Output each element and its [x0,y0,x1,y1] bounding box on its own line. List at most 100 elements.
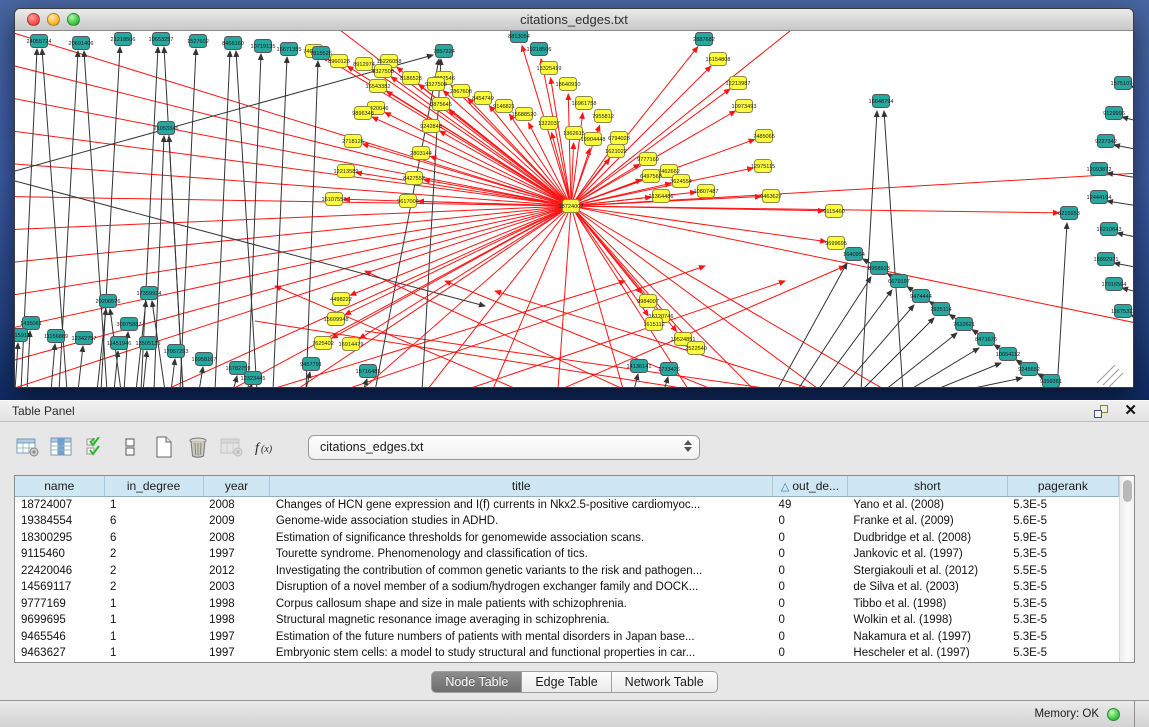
graph-node[interactable]: 1435061 [20,317,42,330]
graph-node[interactable]: 20206576 [96,295,121,308]
graph-node[interactable]: 2522540 [685,342,707,355]
window-titlebar[interactable]: citations_edges.txt [15,9,1133,31]
table-selector-dropdown[interactable]: citations_edges.txt [308,435,700,460]
tab-edge-table[interactable]: Edge Table [522,671,611,693]
graph-node[interactable]: 13505135 [136,337,161,350]
graph-node[interactable]: 9896348 [352,107,374,120]
graph-node[interactable]: 16671355 [277,43,302,56]
graph-node[interactable]: 9474444 [910,290,932,303]
table-row[interactable]: 1872400712008Changes of HCN gene express… [15,496,1119,513]
graph-node[interactable]: 17359924 [137,287,162,300]
graph-node[interactable]: 6679197 [888,275,910,288]
graph-node[interactable]: 2887682 [693,33,715,46]
table-column-icon[interactable] [48,434,76,460]
graph-node[interactable]: 10807487 [694,185,719,198]
graph-node[interactable]: 19218506 [527,43,552,56]
graph-node[interactable]: 8466160 [222,37,244,50]
table-settings-icon[interactable] [14,434,42,460]
graph-node[interactable]: 18724007 [559,200,584,213]
graph-node[interactable]: 12342757 [72,332,97,345]
graph-node[interactable]: 21053346 [154,122,179,135]
network-graph[interactable]: 1872400774638228960128891297415226058932… [15,31,1133,387]
table-row[interactable]: 2242004622012Investigating the contribut… [15,563,1119,580]
graph-node[interactable]: 11675311 [1111,305,1133,318]
graph-node[interactable]: 16958107 [192,353,217,366]
graph-node[interactable]: 10719135 [251,40,276,53]
graph-node[interactable]: 9617004 [397,195,419,208]
new-document-icon[interactable] [150,434,178,460]
graph-node[interactable]: 13325419 [537,62,562,75]
graph-node[interactable]: 17957253 [164,345,189,358]
graph-node[interactable]: 18640910 [556,78,581,91]
graph-node[interactable]: 1615112 [643,318,664,331]
column-header-out_de[interactable]: △out_de... [773,476,848,496]
graph-node[interactable]: 16210643 [1097,223,1122,236]
fx-icon[interactable]: f(x) [252,434,280,460]
graph-node[interactable]: 15716485 [356,365,381,378]
graph-node[interactable]: 15751074 [1111,77,1133,90]
graph-node[interactable]: 2867608 [450,85,472,98]
graph-node[interactable]: 7955812 [592,110,614,123]
table-row[interactable]: 1938455462009Genome-wide association stu… [15,513,1119,530]
graph-node[interactable]: 9359361 [1040,375,1062,388]
graph-node[interactable]: 1640954 [843,248,865,261]
column-header-year[interactable]: year [203,476,270,496]
graph-node[interactable]: 6794028 [608,132,630,145]
graph-node[interactable]: 16648794 [869,95,894,108]
graph-node[interactable]: 12444194 [1087,191,1112,204]
graph-node[interactable]: 15692971 [1094,253,1119,266]
graph-node[interactable]: 8471676 [975,333,997,346]
column-header-in_degree[interactable]: in_degree [104,476,203,496]
graph-node[interactable]: 7625402 [312,337,334,350]
graph-node[interactable]: 9457791 [300,358,322,371]
graph-node[interactable]: 9327508 [425,78,447,91]
graph-node[interactable]: 9242848 [420,120,442,133]
table-row[interactable]: 946362711997Embryonic stem cells: a mode… [15,645,1119,662]
graph-node[interactable]: 16961758 [572,97,597,110]
graph-node[interactable]: 10654112 [996,348,1020,361]
graph-node[interactable]: 12323445 [241,372,266,385]
graph-node[interactable]: 2718126 [342,135,364,148]
graph-node[interactable]: 9245652 [1018,363,1040,376]
network-canvas[interactable]: 1872400774638228960128891297415226058932… [15,31,1133,387]
column-header-title[interactable]: title [270,476,773,496]
graph-node[interactable]: 1621022 [605,145,627,158]
graph-node[interactable]: 15609948 [324,313,349,326]
graph-node[interactable]: 7815526 [310,47,332,60]
trash-icon[interactable] [184,434,212,460]
close-panel-icon[interactable]: ✕ [1124,404,1137,418]
rows-icon[interactable] [116,434,144,460]
graph-node[interactable]: 19904448 [581,133,606,146]
column-header-short[interactable]: short [847,476,1007,496]
scrollbar-thumb[interactable] [1123,480,1132,502]
table-row[interactable]: 969969511998Structural magnetic resonanc… [15,612,1119,629]
graph-node[interactable]: 2935114 [930,303,951,316]
graph-node[interactable]: 10653257 [149,33,174,46]
graph-node[interactable]: 8813054 [508,31,530,43]
graph-node[interactable]: 3915911 [15,329,30,342]
graph-node[interactable]: 10973493 [732,100,757,113]
graph-node[interactable]: 9984007 [637,295,659,308]
graph-node[interactable]: 11156869 [44,330,68,343]
graph-node[interactable]: 12093872 [1087,163,1112,176]
table-row[interactable]: 946554611997Estimation of the future num… [15,629,1119,646]
graph-node[interactable]: 1527602 [187,35,209,48]
graph-node[interactable]: 3624554 [670,175,692,188]
graph-node[interactable]: 9699695 [825,237,847,250]
graph-node[interactable]: 14136141 [627,360,652,373]
tab-node-table[interactable]: Node Table [431,671,522,693]
graph-node[interactable]: 16107558 [322,193,347,206]
graph-node[interactable]: 30975887 [117,318,142,331]
graph-node[interactable]: 9777169 [637,153,659,166]
graph-node[interactable]: 12213987 [726,77,751,90]
graph-node[interactable]: 7485065 [753,130,775,143]
table-row[interactable]: 1830029562008Estimation of significance … [15,530,1119,547]
graph-node[interactable]: 21364486 [649,190,674,203]
graph-node[interactable]: 9327508 [372,65,394,78]
graph-node[interactable]: 12975115 [751,160,775,173]
graph-node[interactable]: 21218506 [111,33,136,46]
graph-node[interactable]: 16154808 [706,53,731,66]
graph-node[interactable]: 9129996 [1103,107,1125,120]
graph-node[interactable]: 15688520 [512,108,537,121]
graph-node[interactable]: 16914479 [339,338,364,351]
